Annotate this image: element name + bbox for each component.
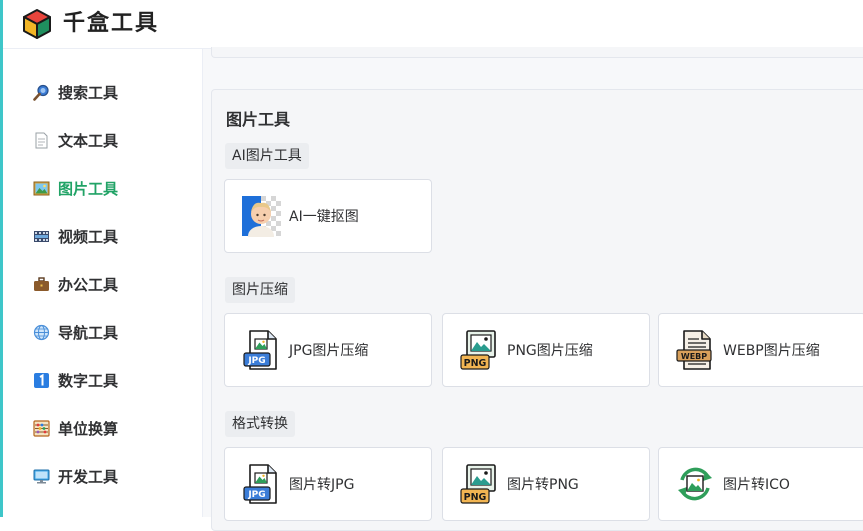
group-label-ai-image-tools: AI图片工具: [225, 143, 309, 169]
film-icon: [34, 230, 49, 242]
app-header: 千盒工具: [3, 0, 863, 49]
document-icon: [35, 132, 48, 148]
sidebar-item-label: 图片工具: [58, 179, 119, 198]
cube-logo-icon: [23, 9, 51, 39]
png-file-icon: PNG: [460, 464, 496, 504]
image-convert-icon: [678, 467, 712, 501]
group-label-format-conversion: 格式转换: [225, 411, 295, 437]
sidebar-item-dev-tools[interactable]: 开发工具: [33, 463, 118, 489]
sidebar-item-image-tools[interactable]: 图片工具: [33, 175, 118, 201]
tool-card-to-jpg[interactable]: JPG 图片转JPG: [224, 447, 432, 521]
tool-card-label: 图片转PNG: [507, 477, 579, 493]
globe-icon: [33, 324, 50, 340]
jpg-file-icon: JPG: [243, 464, 277, 504]
png-badge-text: PNG: [464, 492, 487, 503]
sidebar-item-label: 导航工具: [58, 323, 119, 342]
webp-file-icon: WEBP: [676, 330, 712, 370]
abacus-icon: [33, 419, 50, 437]
image-tools-section: 图片工具 AI图片工具 AI一键抠图 图片压缩 JPG JPG图片压缩 PNG …: [211, 89, 863, 531]
tool-card-webp-compress[interactable]: WEBP WEBP图片压缩: [658, 313, 863, 387]
tool-card-jpg-compress[interactable]: JPG JPG图片压缩: [224, 313, 432, 387]
section-title: 图片工具: [226, 110, 291, 129]
sidebar-item-label: 办公工具: [58, 275, 119, 294]
tool-card-label: AI一键抠图: [289, 209, 359, 225]
tool-card-label: PNG图片压缩: [507, 343, 593, 359]
monitor-icon: [33, 469, 50, 483]
previous-section-panel: [211, 47, 863, 58]
sidebar-item-office-tools[interactable]: 办公工具: [33, 271, 118, 297]
tool-card-label: 图片转JPG: [289, 477, 355, 493]
briefcase-icon: [34, 276, 49, 291]
tool-card-label: 图片转ICO: [723, 477, 790, 493]
sidebar-item-label: 开发工具: [58, 467, 119, 486]
png-badge-text: PNG: [464, 358, 487, 369]
tool-card-to-png[interactable]: PNG 图片转PNG: [442, 447, 650, 521]
sidebar-item-search-tools[interactable]: 搜索工具: [33, 79, 118, 105]
main-content: 图片工具 AI图片工具 AI一键抠图 图片压缩 JPG JPG图片压缩 PNG …: [203, 47, 863, 531]
jpg-file-icon: JPG: [243, 330, 277, 370]
sidebar-item-label: 文本工具: [58, 131, 119, 150]
group-label-image-compression: 图片压缩: [225, 277, 295, 303]
sidebar-item-text-tools[interactable]: 文本工具: [33, 127, 118, 153]
png-file-icon: PNG: [460, 330, 496, 370]
sidebar-item-label: 视频工具: [58, 227, 119, 246]
sidebar-item-label: 数字工具: [58, 371, 119, 390]
sidebar-item-label: 单位换算: [58, 419, 119, 438]
jpg-badge-text: JPG: [247, 490, 265, 500]
webp-badge-text: WEBP: [681, 352, 707, 361]
sidebar-item-label: 搜索工具: [58, 83, 119, 102]
tool-card-label: JPG图片压缩: [289, 343, 369, 359]
portrait-cutout-icon: [242, 196, 281, 237]
jpg-badge-text: JPG: [247, 356, 265, 366]
magnifier-icon: [33, 84, 49, 101]
tool-card-label: WEBP图片压缩: [723, 343, 820, 359]
picture-icon: [33, 181, 50, 195]
sidebar-item-unit-conversion[interactable]: 单位换算: [33, 415, 118, 441]
sidebar-item-navigation-tools[interactable]: 导航工具: [33, 319, 118, 345]
tool-card-to-ico[interactable]: 图片转ICO: [658, 447, 863, 521]
number-one-icon: [34, 372, 49, 388]
sidebar-item-video-tools[interactable]: 视频工具: [33, 223, 118, 249]
tool-card-ai-cutout[interactable]: AI一键抠图: [224, 179, 432, 253]
app-title: 千盒工具: [63, 11, 160, 36]
sidebar-item-number-tools[interactable]: 数字工具: [33, 367, 118, 393]
tool-card-png-compress[interactable]: PNG PNG图片压缩: [442, 313, 650, 387]
sidebar: 搜索工具 文本工具 图片工具 视频工具 办公工具 导航工具 数字工具 单位换算 …: [3, 49, 203, 517]
